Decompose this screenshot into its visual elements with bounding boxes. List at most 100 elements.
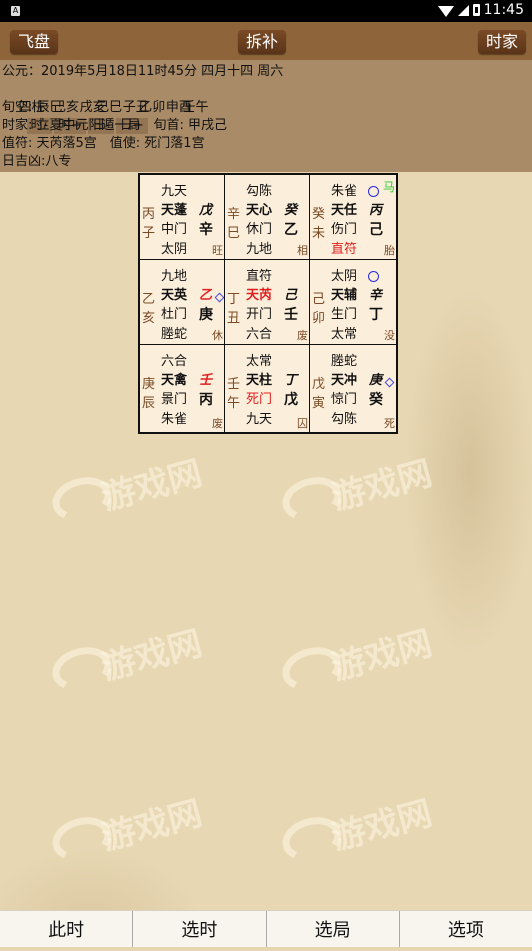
palace-cell[interactable]: 壬午 太常 天柱 丁 死门 戊 九天 囚 — [225, 345, 310, 432]
palace-door: 伤门 — [331, 222, 358, 237]
palace-cell[interactable]: 庚辰 六合 天禽 壬 景门 丙 朱雀 废 — [140, 345, 225, 432]
palace-deity: 勾陈 — [246, 184, 273, 199]
palace-deity: 九地 — [161, 269, 188, 284]
now-button[interactable]: 此时 — [0, 911, 134, 947]
void-circle-icon — [368, 186, 379, 197]
fly-plate-button[interactable]: 飞盘 — [10, 30, 59, 54]
palace-stem: 乙亥 — [142, 292, 156, 326]
palace-state: 废 — [297, 329, 308, 342]
earth-stem: 戊 — [284, 392, 298, 408]
split-button[interactable]: 拆补 — [238, 30, 287, 54]
diamond-marker-icon — [214, 292, 225, 303]
heaven-stem: 壬 — [199, 373, 213, 388]
palace-state: 废 — [212, 417, 223, 430]
palace-stem: 辛巳 — [227, 207, 241, 241]
palace-stem: 戊寅 — [312, 377, 326, 411]
earth-stem: 己 — [369, 222, 383, 238]
heaven-stem: 丁 — [284, 373, 298, 388]
earth-stem: 乙 — [284, 222, 298, 238]
date-line: 公元：2019年5月18日11时45分 四月十四 周六 — [2, 64, 284, 79]
palace-god: 太常 — [331, 327, 358, 342]
palace-god: 直符 — [331, 242, 358, 257]
clock: 11:45 — [483, 2, 524, 18]
status-bar: A 11:45 — [0, 0, 532, 22]
palace-star: 天英 — [161, 288, 188, 303]
palace-door: 景门 — [161, 392, 188, 407]
earth-stem: 壬 — [284, 307, 298, 323]
palace-cell[interactable]: 乙亥 九地 天英 乙 杜门 庚 塍蛇 休 — [140, 260, 225, 345]
qimen-grid: 丙子 九天 天蓬 戊 中门 辛 太阴 旺 辛巳 勾陈 天心 癸 休门 乙 九地 … — [138, 173, 398, 434]
zhifu-line: 值符: 天芮落5宫 值使: 死门落1宫 — [2, 136, 205, 151]
palace-door: 中门 — [161, 222, 188, 237]
heaven-stem: 庚 — [369, 373, 383, 388]
palace-stem: 己卯 — [312, 292, 326, 326]
diamond-marker-icon — [384, 377, 395, 388]
palace-star: 天蓬 — [161, 203, 188, 218]
palace-stem: 丙子 — [142, 207, 156, 241]
palace-god: 塍蛇 — [161, 327, 188, 342]
palace-god: 勾陈 — [331, 412, 358, 427]
time-school-button[interactable]: 时家 — [477, 30, 526, 54]
palace-state: 死 — [384, 417, 395, 430]
pillars-line: 四柱: 己亥 己巳 乙卯 壬午 时- 时+ 日- 日+ — [2, 81, 208, 134]
battery-icon — [472, 4, 480, 16]
ju-line: 时家: 立夏中元阳遁一局 旬首: 甲戌己 — [2, 118, 228, 133]
heaven-stem: 丙 — [369, 203, 383, 218]
select-time-button[interactable]: 选时 — [133, 911, 267, 947]
palace-door: 死门 — [246, 392, 273, 407]
palace-stem: 庚辰 — [142, 377, 156, 411]
palace-deity: 直符 — [246, 269, 273, 284]
palace-state: 相 — [297, 244, 308, 257]
palace-state: 休 — [212, 329, 223, 342]
horse-star-marker: 马 — [382, 180, 395, 194]
options-button[interactable]: 选项 — [400, 911, 532, 947]
palace-god: 朱雀 — [161, 412, 188, 427]
palace-cell[interactable]: 癸未 朱雀 马 天任 丙 伤门 己 直符 胎 — [310, 175, 396, 260]
heaven-stem: 乙 — [199, 288, 213, 303]
palace-door: 休门 — [246, 222, 273, 237]
palace-god: 太阴 — [161, 242, 188, 257]
earth-stem: 庚 — [199, 307, 213, 323]
palace-stem: 癸未 — [312, 207, 326, 241]
earth-stem: 丙 — [199, 392, 213, 408]
palace-god: 九天 — [246, 412, 273, 427]
heaven-stem: 癸 — [284, 203, 298, 218]
palace-star: 天辅 — [331, 288, 358, 303]
palace-state: 胎 — [384, 244, 395, 257]
palace-cell[interactable]: 戊寅 塍蛇 天冲 庚 惊门 癸 勾陈 死 — [310, 345, 396, 432]
palace-state: 没 — [384, 329, 395, 342]
notification-icon: A — [11, 6, 20, 16]
palace-door: 开门 — [246, 307, 273, 322]
palace-star: 天任 — [331, 203, 358, 218]
earth-stem: 癸 — [369, 392, 383, 408]
void-line: 旬空: 辰巳 戌亥 子丑 申酉 — [2, 100, 192, 115]
palace-star: 天芮 — [246, 288, 273, 303]
palace-cell[interactable]: 丁丑 直符 天芮 己 开门 壬 六合 废 — [225, 260, 310, 345]
palace-star: 天心 — [246, 203, 273, 218]
palace-deity: 太阴 — [331, 269, 358, 284]
palace-star: 天禽 — [161, 373, 188, 388]
select-ju-button[interactable]: 选局 — [267, 911, 400, 947]
palace-state: 囚 — [297, 417, 308, 430]
heaven-stem: 己 — [284, 288, 298, 303]
toolbar: 飞盘 拆补 时家 — [0, 22, 532, 60]
palace-deity: 塍蛇 — [331, 354, 358, 369]
heaven-stem: 辛 — [369, 288, 383, 303]
wifi-icon — [437, 5, 454, 17]
palace-cell[interactable]: 己卯 太阴 天辅 辛 生门 丁 太常 没 — [310, 260, 396, 345]
palace-cell[interactable]: 丙子 九天 天蓬 戊 中门 辛 太阴 旺 — [140, 175, 225, 260]
signal-icon — [457, 4, 469, 16]
palace-star: 天柱 — [246, 373, 273, 388]
void-circle-icon — [368, 271, 379, 282]
palace-stem: 壬午 — [227, 377, 241, 411]
palace-deity: 六合 — [161, 354, 188, 369]
earth-stem: 辛 — [199, 222, 213, 238]
palace-state: 旺 — [212, 244, 223, 257]
palace-star: 天冲 — [331, 373, 358, 388]
palace-stem: 丁丑 — [227, 292, 241, 326]
info-panel: 公元：2019年5月18日11时45分 四月十四 周六 四柱: 己亥 己巳 乙卯… — [0, 60, 532, 172]
palace-god: 六合 — [246, 327, 273, 342]
palace-deity: 太常 — [246, 354, 273, 369]
palace-door: 生门 — [331, 307, 358, 322]
palace-cell[interactable]: 辛巳 勾陈 天心 癸 休门 乙 九地 相 — [225, 175, 310, 260]
